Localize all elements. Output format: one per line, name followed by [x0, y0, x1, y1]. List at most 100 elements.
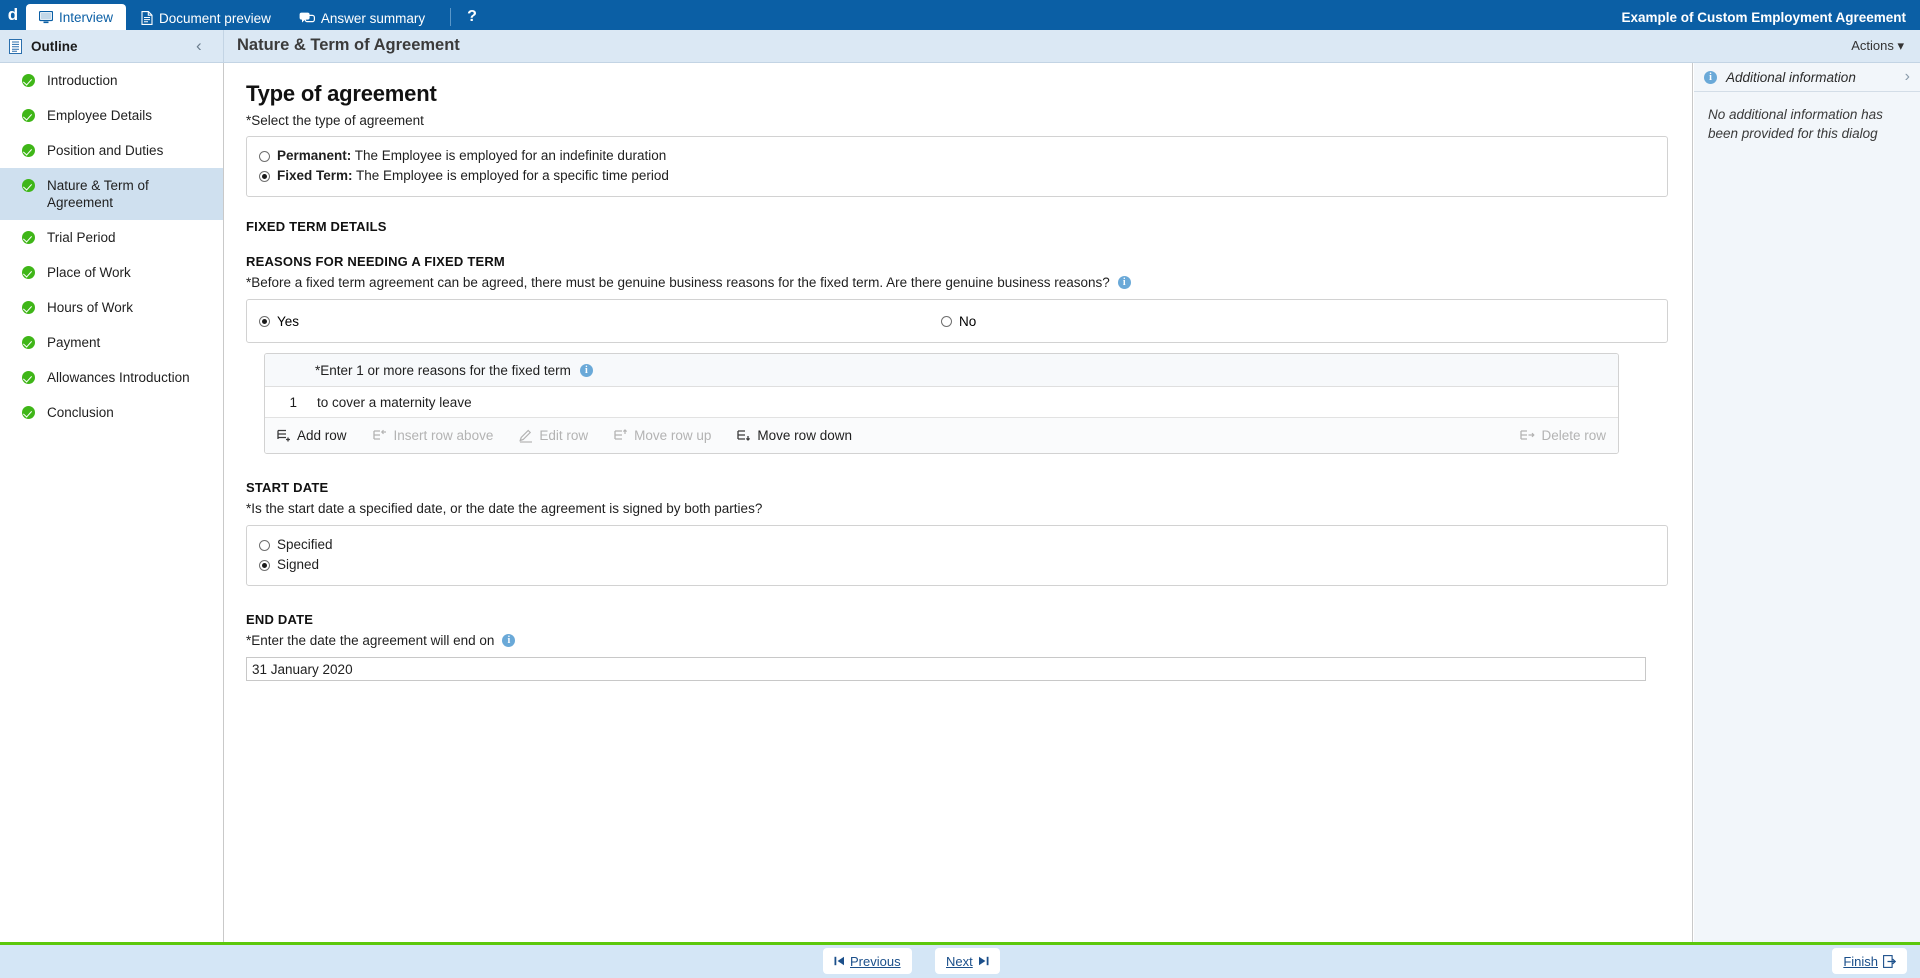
radio-specified-input[interactable] — [259, 539, 270, 551]
document-icon — [141, 11, 153, 25]
sidebar-item-trial-period[interactable]: Trial Period — [0, 220, 223, 255]
additional-information-body: No additional information has been provi… — [1708, 107, 1883, 141]
outline-header: Outline — [0, 30, 224, 62]
radio-option-no[interactable]: No — [941, 314, 976, 329]
end-date-heading: END DATE — [246, 612, 314, 627]
move-row-down-button[interactable]: Move row down — [737, 428, 852, 443]
radio-option-signed[interactable]: Signed — [259, 555, 1655, 575]
insert-row-above-button[interactable]: Insert row above — [372, 428, 493, 443]
radio-yes-input[interactable] — [259, 315, 270, 327]
type-of-agreement-radio-group[interactable]: Permanent: The Employee is employed for … — [246, 136, 1668, 197]
radio-specified-label: Specified — [277, 537, 333, 552]
edit-row-button[interactable]: Edit row — [519, 428, 588, 443]
sidebar-item-allowances-introduction[interactable]: Allowances Introduction — [0, 360, 223, 395]
top-application-bar: d Interview Document preview Answer summ… — [0, 0, 1920, 30]
tab-interview-label: Interview — [59, 9, 114, 25]
actions-menu-button[interactable]: Actions ▾ — [1851, 38, 1904, 54]
help-button[interactable]: ? — [461, 6, 483, 30]
sidebar-item-introduction[interactable]: Introduction — [0, 63, 223, 98]
chevron-left-icon[interactable]: ‹ — [196, 37, 202, 54]
add-row-label: Add row — [297, 428, 347, 443]
radio-option-permanent[interactable]: Permanent: The Employee is employed for … — [259, 146, 1655, 166]
sidebar-item-label: Place of Work — [47, 265, 131, 280]
reasons-heading: REASONS FOR NEEDING A FIXED TERM — [246, 254, 505, 269]
sidebar-item-label: Payment — [47, 335, 101, 350]
check-circle-icon — [22, 266, 35, 279]
tab-answer-summary[interactable]: Answer summary — [286, 6, 438, 30]
start-date-radio-group[interactable]: Specified Signed — [246, 525, 1668, 586]
skip-back-icon — [834, 956, 845, 966]
document-title: Example of Custom Employment Agreement — [1621, 10, 1906, 25]
info-icon: i — [1704, 70, 1717, 84]
actions-menu-label: Actions — [1851, 38, 1894, 53]
radio-signed-label: Signed — [277, 557, 320, 572]
move-row-up-button[interactable]: Move row up — [614, 428, 711, 443]
start-date-prompt: *Is the start date a specified date, or … — [246, 501, 763, 516]
delete-row-icon — [1520, 429, 1536, 443]
info-icon[interactable]: i — [502, 634, 516, 647]
radio-fixed-term-input[interactable] — [259, 170, 270, 182]
reasons-table-toolbar: Add row Insert row above Edit row Move r… — [265, 418, 1618, 453]
tab-interview[interactable]: Interview — [26, 4, 127, 30]
check-circle-icon — [22, 179, 35, 192]
end-date-input[interactable] — [246, 657, 1646, 681]
info-icon[interactable]: i — [1117, 276, 1131, 289]
sidebar-item-place-of-work[interactable]: Place of Work — [0, 255, 223, 290]
sidebar-item-label: Allowances Introduction — [47, 370, 190, 385]
secondary-bar: Outline ‹ Nature & Term of Agreement Act… — [0, 30, 1920, 63]
sidebar-item-label: Nature & Term of Agreement — [47, 178, 149, 210]
table-row-number: 1 — [289, 394, 297, 410]
sidebar-item-hours-of-work[interactable]: Hours of Work — [0, 290, 223, 325]
sidebar-item-position-and-duties[interactable]: Position and Duties — [0, 133, 223, 168]
additional-information-panel: i Additional information › No additional… — [1694, 63, 1920, 942]
type-of-agreement-prompt: *Select the type of agreement — [246, 113, 424, 128]
sidebar-item-label: Employee Details — [47, 108, 153, 123]
section-title: Type of agreement — [246, 81, 437, 106]
radio-permanent-label: Permanent: The Employee is employed for … — [277, 148, 667, 163]
sidebar-item-label: Hours of Work — [47, 300, 134, 315]
check-circle-icon — [22, 74, 35, 87]
chevron-right-icon[interactable]: › — [1905, 68, 1910, 86]
info-icon[interactable]: i — [579, 363, 593, 377]
delete-row-button[interactable]: Delete row — [1520, 428, 1606, 443]
add-row-button[interactable]: Add row — [277, 428, 347, 443]
tab-answer-summary-label: Answer summary — [320, 10, 426, 26]
end-date-prompt: *Enter the date the agreement will end o… — [246, 633, 495, 648]
sidebar-item-conclusion[interactable]: Conclusion — [0, 395, 223, 430]
finish-button[interactable]: Finish — [1833, 949, 1906, 973]
tab-document-preview[interactable]: Document preview — [128, 6, 284, 30]
tab-document-preview-label: Document preview — [159, 10, 271, 26]
outline-sidebar[interactable]: Introduction Employee Details Position a… — [0, 63, 224, 942]
check-circle-icon — [22, 301, 35, 314]
radio-no-input[interactable] — [941, 315, 953, 327]
sidebar-item-payment[interactable]: Payment — [0, 325, 223, 360]
genuine-reasons-radio-group[interactable]: Yes No — [246, 299, 1668, 343]
previous-button[interactable]: Previous — [824, 949, 911, 973]
comments-icon — [299, 11, 315, 25]
monitor-icon — [39, 10, 53, 24]
table-row[interactable]: 1 to cover a maternity leave — [265, 387, 1618, 418]
outline-title: Outline — [31, 38, 78, 54]
check-circle-icon — [22, 231, 35, 244]
move-row-down-icon — [737, 429, 751, 443]
radio-signed-input[interactable] — [259, 559, 270, 571]
sidebar-item-employee-details[interactable]: Employee Details — [0, 98, 223, 133]
list-icon — [9, 38, 22, 54]
end-date-prompt-row: *Enter the date the agreement will end o… — [246, 633, 1668, 648]
sidebar-item-nature-and-term-of-agreement[interactable]: Nature & Term of Agreement — [0, 168, 223, 220]
radio-no-label: No — [959, 313, 977, 329]
radio-yes-label: Yes — [277, 313, 300, 329]
radio-option-fixed-term[interactable]: Fixed Term: The Employee is employed for… — [259, 166, 1655, 186]
reasons-table-column-header: *Enter 1 or more reasons for the fixed t… — [315, 362, 571, 378]
check-circle-icon — [22, 336, 35, 349]
edit-row-label: Edit row — [539, 428, 589, 443]
move-row-down-label: Move row down — [757, 428, 852, 443]
radio-option-specified[interactable]: Specified — [259, 535, 1655, 555]
radio-permanent-input[interactable] — [259, 150, 270, 162]
next-button[interactable]: Next — [936, 949, 999, 973]
page-title: Nature & Term of Agreement — [237, 36, 460, 54]
move-row-up-label: Move row up — [634, 428, 712, 443]
reasons-prompt-row: *Before a fixed term agreement can be ag… — [246, 275, 1668, 290]
radio-option-yes[interactable]: Yes — [259, 314, 299, 329]
insert-row-above-icon — [372, 429, 388, 443]
